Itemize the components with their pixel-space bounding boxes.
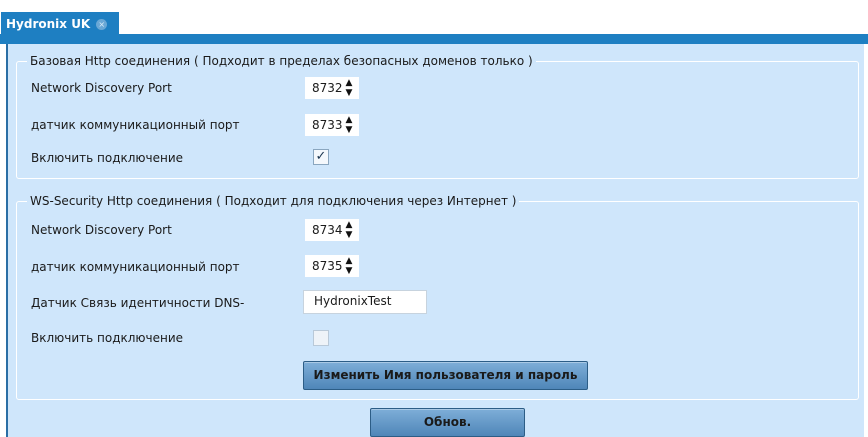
basic-http-legend: Базовая Http соединения ( Подходит в пре… xyxy=(27,53,536,69)
ws-sensor-port-label: датчик коммуникационный порт xyxy=(31,260,240,274)
dns-identity-field[interactable]: HydronixTest xyxy=(303,290,427,314)
ws-security-legend: WS-Security Http соединения ( Подходит д… xyxy=(27,193,520,209)
down-arrow-icon[interactable]: ▼ xyxy=(346,267,353,276)
up-arrow-icon[interactable]: ▲ xyxy=(346,79,353,88)
close-icon[interactable]: × xyxy=(96,19,108,30)
basic-discovery-port-stepper[interactable]: 8732 ▲ ▼ xyxy=(305,77,359,99)
ws-dns-identity-label: Датчик Связь идентичности DNS- xyxy=(31,296,245,310)
up-arrow-icon[interactable]: ▲ xyxy=(346,257,353,266)
basic-sensor-port-stepper[interactable]: 8733 ▲ ▼ xyxy=(305,114,359,136)
tab-strip-bar xyxy=(0,34,868,44)
change-credentials-button[interactable]: Изменить Имя пользователя и пароль xyxy=(303,361,588,390)
ws-enable-checkbox[interactable] xyxy=(313,330,329,346)
ws-sensor-port-stepper[interactable]: 8735 ▲ ▼ xyxy=(305,255,359,277)
basic-enable-label: Включить подключение xyxy=(31,151,184,165)
update-button[interactable]: Обнов. xyxy=(370,408,525,437)
ws-sensor-port-value: 8735 xyxy=(312,259,343,273)
spin-arrows: ▲ ▼ xyxy=(344,221,354,240)
spin-arrows: ▲ ▼ xyxy=(344,79,354,98)
down-arrow-icon[interactable]: ▼ xyxy=(346,89,353,98)
ws-discovery-port-label: Network Discovery Port xyxy=(31,223,172,237)
ws-discovery-port-value: 8734 xyxy=(312,223,343,237)
basic-discovery-port-label: Network Discovery Port xyxy=(31,81,172,95)
up-arrow-icon[interactable]: ▲ xyxy=(346,116,353,125)
tab-title: Hydronix UK xyxy=(6,17,91,31)
tab-hydronix-uk[interactable]: Hydronix UK × xyxy=(1,12,119,35)
down-arrow-icon[interactable]: ▼ xyxy=(346,231,353,240)
basic-enable-checkbox[interactable]: ✓ xyxy=(313,149,329,165)
ws-enable-label: Включить подключение xyxy=(31,331,184,345)
basic-sensor-port-label: датчик коммуникационный порт xyxy=(31,118,240,132)
up-arrow-icon[interactable]: ▲ xyxy=(346,221,353,230)
basic-sensor-port-value: 8733 xyxy=(312,118,343,132)
spin-arrows: ▲ ▼ xyxy=(344,257,354,276)
basic-discovery-port-value: 8732 xyxy=(312,81,343,95)
down-arrow-icon[interactable]: ▼ xyxy=(346,126,353,135)
ws-discovery-port-stepper[interactable]: 8734 ▲ ▼ xyxy=(305,219,359,241)
spin-arrows: ▲ ▼ xyxy=(344,116,354,135)
